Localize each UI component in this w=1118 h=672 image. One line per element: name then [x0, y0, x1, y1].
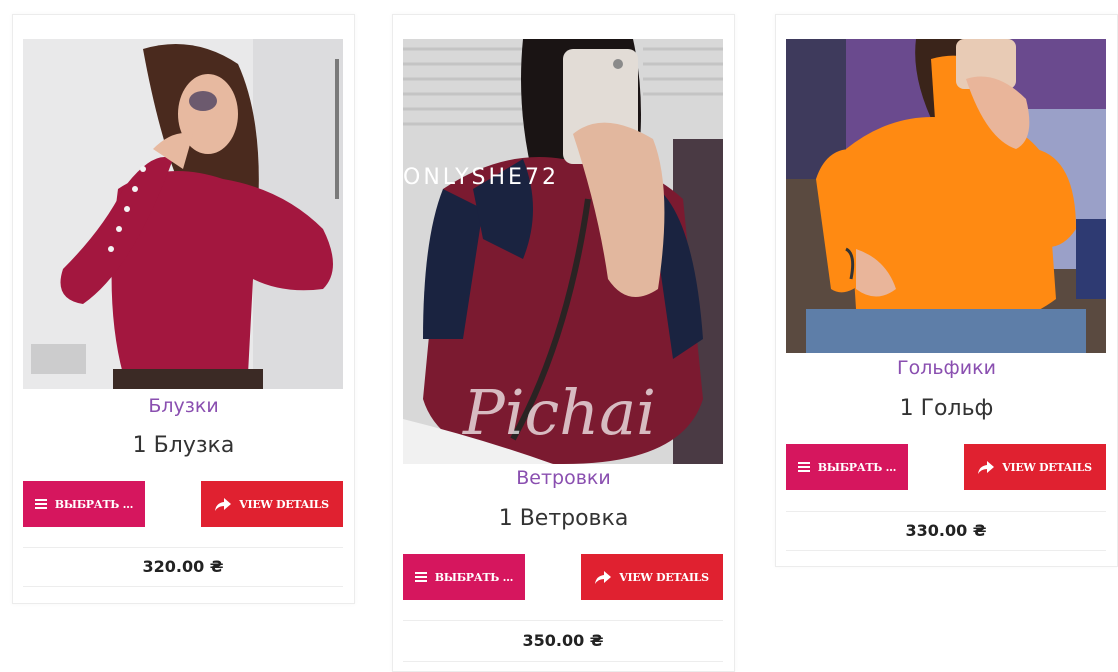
view-details-label: VIEW DETAILS — [619, 570, 709, 584]
menu-lines-icon — [34, 499, 47, 509]
menu-lines-icon — [414, 572, 427, 582]
product-card-blouses: Блузки 1 Блузка ВЫБРАТЬ ... VIEW DETAILS… — [12, 14, 355, 604]
svg-text:Pichai: Pichai — [462, 376, 656, 449]
photo-overlay-text: ONLYSHE72 — [403, 165, 559, 190]
choose-options-label: ВЫБРАТЬ ... — [817, 460, 897, 474]
view-details-label: VIEW DETAILS — [239, 497, 329, 511]
product-price: 350.00 ₴ — [403, 620, 723, 662]
product-price: 330.00 ₴ — [786, 511, 1106, 551]
view-details-label: VIEW DETAILS — [1002, 460, 1092, 474]
choose-options-button[interactable]: ВЫБРАТЬ ... — [23, 481, 145, 527]
product-photo-blouse[interactable] — [23, 39, 343, 389]
view-details-button[interactable]: VIEW DETAILS — [964, 444, 1106, 490]
choose-options-label: ВЫБРАТЬ ... — [434, 570, 514, 584]
product-card-windbreakers: ONLYSHE72 Pichai Ветровки 1 Ветровка ВЫБ… — [392, 14, 735, 672]
product-price: 320.00 ₴ — [23, 547, 343, 587]
share-arrow-icon — [215, 497, 232, 511]
choose-options-label: ВЫБРАТЬ ... — [54, 497, 134, 511]
product-card-turtlenecks: Гольфики 1 Гольф ВЫБРАТЬ ... VIEW DETAIL… — [775, 14, 1118, 567]
choose-options-button[interactable]: ВЫБРАТЬ ... — [403, 554, 525, 600]
product-title: 1 Гольф — [899, 396, 994, 421]
product-title: 1 Блузка — [132, 433, 235, 458]
share-arrow-icon — [978, 460, 995, 474]
choose-options-button[interactable]: ВЫБРАТЬ ... — [786, 444, 908, 490]
view-details-button[interactable]: VIEW DETAILS — [201, 481, 343, 527]
view-details-button[interactable]: VIEW DETAILS — [581, 554, 723, 600]
product-photo-turtleneck[interactable] — [786, 39, 1106, 353]
product-title: 1 Ветровка — [498, 506, 629, 531]
menu-lines-icon — [797, 462, 810, 472]
product-category[interactable]: Гольфики — [776, 357, 1117, 379]
product-photo-windbreaker[interactable]: ONLYSHE72 Pichai — [403, 39, 723, 464]
product-category[interactable]: Ветровки — [393, 467, 734, 489]
share-arrow-icon — [595, 570, 612, 584]
product-category[interactable]: Блузки — [13, 395, 354, 417]
